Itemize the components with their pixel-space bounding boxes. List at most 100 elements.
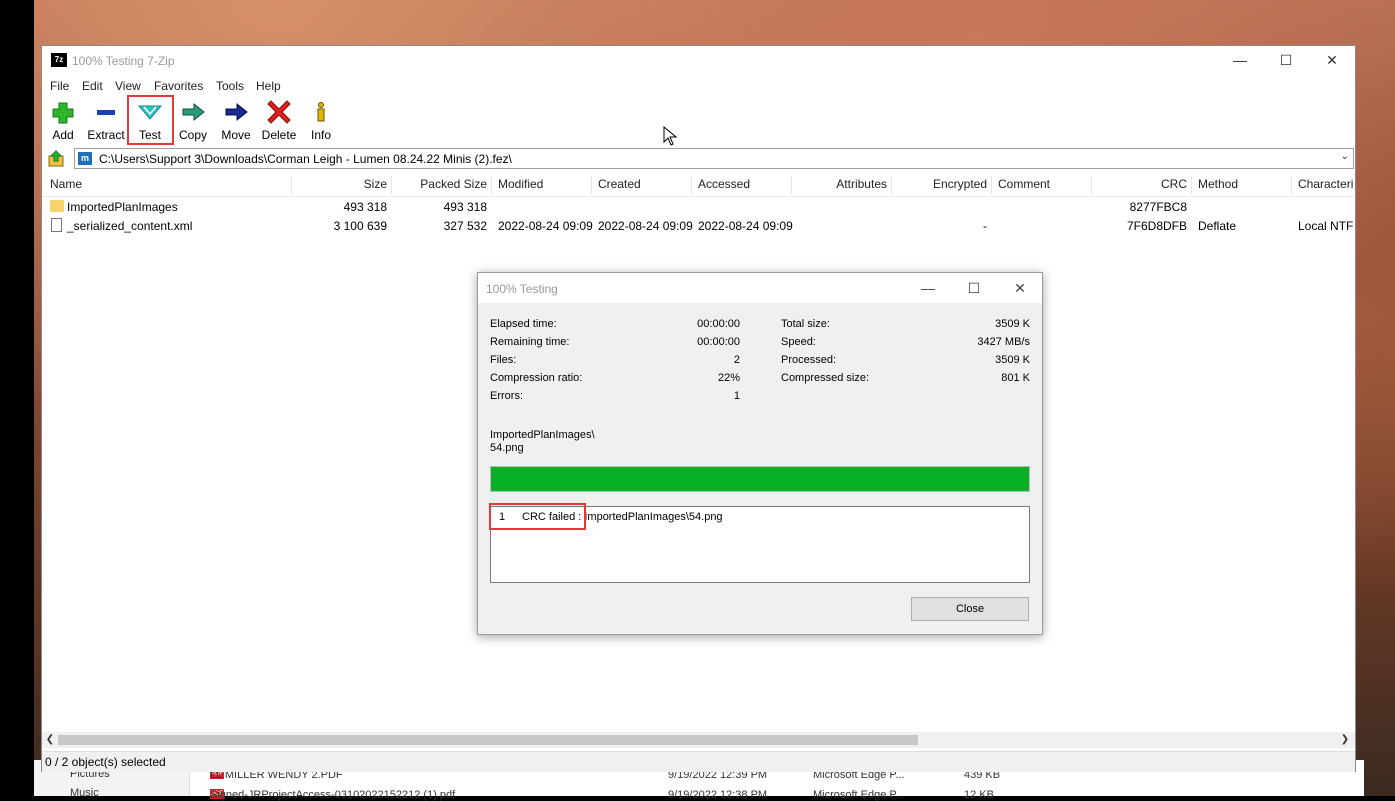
processed-value: 3509 K — [995, 354, 1030, 366]
column-size[interactable]: Size — [292, 177, 387, 191]
row-crc: 8277FBC8 — [1129, 200, 1187, 214]
processed-label: Processed: — [781, 354, 837, 366]
files-label: Files: — [490, 354, 517, 366]
row-name: _serialized_content.xml — [67, 219, 193, 233]
scrollbar-thumb[interactable] — [58, 735, 918, 745]
speed-value: 3427 MB/s — [977, 336, 1030, 348]
dialog-minimize-button[interactable]: — — [905, 273, 951, 303]
column-packed-size[interactable]: Packed Size — [392, 177, 487, 191]
column-header: Name Size Packed Size Modified Created A… — [42, 174, 1355, 197]
row-crc: 7F6D8DFB — [1126, 219, 1187, 233]
files-value: 2 — [733, 354, 740, 366]
minimize-button[interactable]: — — [1217, 46, 1263, 76]
progress-bar — [490, 466, 1030, 492]
close-window-button[interactable]: ✕ — [1309, 46, 1355, 76]
errors-label: Errors: — [490, 390, 523, 402]
menu-help[interactable]: Help — [256, 79, 281, 93]
row-name: ImportedPlanImages — [67, 200, 178, 214]
menu-tools[interactable]: Tools — [216, 79, 244, 93]
column-comment[interactable]: Comment — [998, 177, 1050, 191]
column-attributes[interactable]: Attributes — [792, 177, 887, 191]
row-packed-size: 327 532 — [443, 219, 487, 233]
toolbar: Add Extract Test Copy Move Delete Info — [42, 95, 1355, 145]
menu-favorites[interactable]: Favorites — [154, 79, 203, 93]
test-highlight-box — [127, 95, 174, 145]
delete-label: Delete — [261, 128, 297, 142]
address-field[interactable]: m C:\Users\Support 3\Downloads\Corman Le… — [74, 148, 1354, 169]
plus-icon — [52, 102, 74, 124]
extract-label: Extract — [87, 128, 125, 142]
row-size: 3 100 639 — [333, 219, 387, 233]
archive-icon: m — [78, 152, 92, 165]
menu-bar: File Edit View Favorites Tools Help — [42, 76, 1355, 96]
compression-ratio-label: Compression ratio: — [490, 372, 583, 384]
minus-icon — [97, 110, 115, 115]
status-bar: 0 / 2 object(s) selected — [42, 751, 1355, 772]
horizontal-scrollbar[interactable]: ❮ ❯ — [42, 732, 1355, 748]
desktop-edge — [0, 0, 34, 796]
mouse-cursor-icon — [663, 126, 677, 146]
column-crc[interactable]: CRC — [1092, 177, 1187, 191]
column-characteristics[interactable]: Characteris — [1298, 177, 1353, 191]
total-size-label: Total size: — [781, 318, 830, 330]
dialog-title: 100% Testing — [486, 282, 558, 296]
column-created[interactable]: Created — [598, 177, 641, 191]
menu-edit[interactable]: Edit — [82, 79, 103, 93]
delete-button[interactable]: Delete — [260, 98, 298, 144]
move-label: Move — [221, 128, 251, 142]
row-characteristics: Local NTFS — [1298, 219, 1354, 233]
row-accessed: 2022-08-24 09:09 — [698, 219, 793, 233]
menu-file[interactable]: File — [50, 79, 69, 93]
dialog-maximize-button[interactable]: ☐ — [951, 273, 997, 303]
compressed-size-label: Compressed size: — [781, 372, 870, 384]
errors-value: 1 — [733, 390, 740, 402]
chevron-down-icon[interactable]: ⌄ — [1341, 151, 1349, 162]
column-method[interactable]: Method — [1198, 177, 1238, 191]
speed-label: Speed: — [781, 336, 816, 348]
dialog-title-bar[interactable]: 100% Testing — ☐ ✕ — [478, 273, 1042, 303]
row-modified: 2022-08-24 09:09 — [498, 219, 593, 233]
testing-dialog: 100% Testing — ☐ ✕ Elapsed time: 00:00:0… — [477, 272, 1043, 635]
remaining-time-value: 00:00:00 — [697, 336, 740, 348]
file-name: Signed-JRProjectAccess-03102022152212 (1… — [210, 789, 456, 801]
info-button[interactable]: Info — [308, 98, 334, 144]
extract-button[interactable]: Extract — [86, 98, 126, 144]
window-title: 100% Testing 7-Zip — [72, 54, 175, 68]
arrow-right-icon — [182, 102, 205, 122]
address-bar: m C:\Users\Support 3\Downloads\Corman Le… — [42, 146, 1355, 172]
folder-up-icon[interactable] — [46, 149, 66, 169]
file-date: 9/19/2022 12:38 PM — [668, 789, 768, 801]
add-button[interactable]: Add — [48, 98, 78, 144]
dialog-close-icon[interactable]: ✕ — [997, 273, 1043, 303]
menu-view[interactable]: View — [115, 79, 141, 93]
column-accessed[interactable]: Accessed — [698, 177, 750, 191]
file-type: Microsoft Edge P... — [813, 789, 905, 801]
file-icon — [51, 218, 62, 232]
row-size: 493 318 — [343, 200, 387, 214]
close-button[interactable]: Close — [911, 597, 1029, 621]
table-row[interactable]: ImportedPlanImages 493 318 493 318 8277F… — [42, 198, 1355, 217]
info-label: Info — [310, 128, 331, 142]
move-button[interactable]: Move — [218, 98, 254, 144]
7zip-app-icon: 7z — [51, 53, 67, 67]
row-created: 2022-08-24 09:09 — [598, 219, 693, 233]
file-size: 12 KB — [964, 789, 994, 801]
table-row[interactable]: _serialized_content.xml 3 100 639 327 53… — [42, 217, 1355, 236]
status-text: 0 / 2 object(s) selected — [45, 755, 166, 769]
scroll-left-icon[interactable]: ❮ — [42, 732, 58, 748]
column-encrypted[interactable]: Encrypted — [892, 177, 987, 191]
scroll-right-icon[interactable]: ❯ — [1337, 732, 1353, 748]
copy-button[interactable]: Copy — [176, 98, 210, 144]
compressed-size-value: 801 K — [1001, 372, 1030, 384]
maximize-button[interactable]: ☐ — [1263, 46, 1309, 76]
column-modified[interactable]: Modified — [498, 177, 543, 191]
column-name[interactable]: Name — [50, 177, 82, 191]
sidebar-item-music[interactable]: Music — [70, 787, 99, 799]
row-method: Deflate — [1198, 219, 1237, 233]
arrow-right-icon — [225, 102, 248, 122]
total-size-value: 3509 K — [995, 318, 1030, 330]
elapsed-time-label: Elapsed time: — [490, 318, 557, 330]
compression-ratio-value: 22% — [717, 372, 740, 384]
title-bar[interactable]: 7z 100% Testing 7-Zip — ☐ ✕ — [42, 46, 1355, 76]
address-path: C:\Users\Support 3\Downloads\Corman Leig… — [99, 152, 512, 166]
